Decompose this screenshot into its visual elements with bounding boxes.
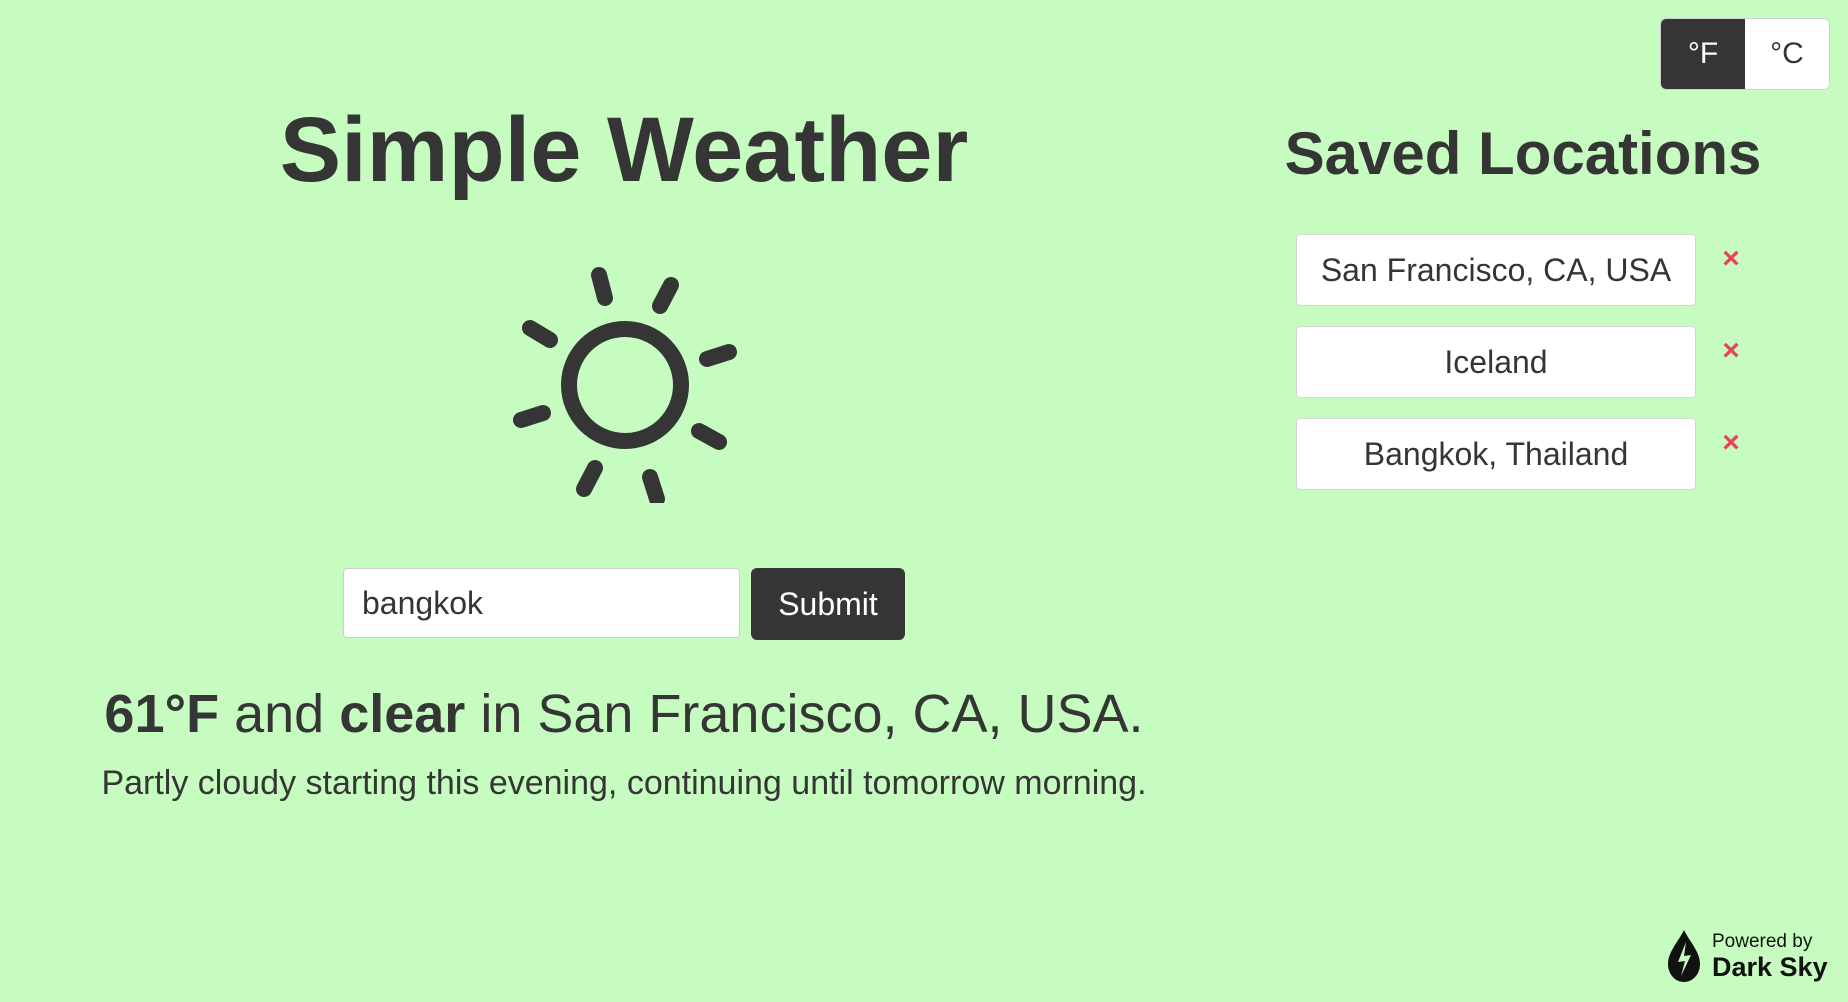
powered-by-text: Powered by Dark Sky [1712,932,1828,981]
fahrenheit-button[interactable]: °F [1661,19,1745,89]
condition-value: clear [339,684,466,744]
saved-location-item: San Francisco, CA, USA × [1296,234,1756,306]
remove-icon[interactable]: × [1716,244,1746,274]
powered-by-dark-sky-link[interactable]: Powered by Dark Sky [1664,926,1834,986]
saved-location-button[interactable]: Bangkok, Thailand [1296,418,1696,490]
saved-location-button[interactable]: Iceland [1296,326,1696,398]
search-form: Submit [343,568,905,640]
remove-icon[interactable]: × [1716,336,1746,366]
celsius-button[interactable]: °C [1745,19,1829,89]
app-title: Simple Weather [279,99,969,201]
summary-connector: and [219,684,340,744]
saved-locations-list: San Francisco, CA, USA × Iceland × Bangk… [1296,234,1756,510]
temperature-value: 61°F [104,684,220,744]
saved-location-button[interactable]: San Francisco, CA, USA [1296,234,1696,306]
location-text: in San Francisco, CA, USA. [465,684,1144,744]
submit-button[interactable]: Submit [751,568,905,640]
dark-sky-logo-icon [1668,930,1700,982]
main-panel: Simple Weather Submit 61°F and clear in … [0,0,1248,1002]
unit-toggle: °F °C [1660,18,1830,90]
remove-icon[interactable]: × [1716,428,1746,458]
saved-location-item: Iceland × [1296,326,1756,398]
saved-locations-title: Saved Locations [1284,120,1762,187]
search-input[interactable] [343,568,740,638]
powered-by-label: Powered by [1712,930,1813,952]
saved-location-item: Bangkok, Thailand × [1296,418,1756,490]
forecast-text: Partly cloudy starting this evening, con… [101,764,1147,802]
dark-sky-label: Dark Sky [1712,951,1828,982]
weather-summary: 61°F and clear in San Francisco, CA, USA… [0,682,1248,746]
sun-icon [513,267,737,503]
